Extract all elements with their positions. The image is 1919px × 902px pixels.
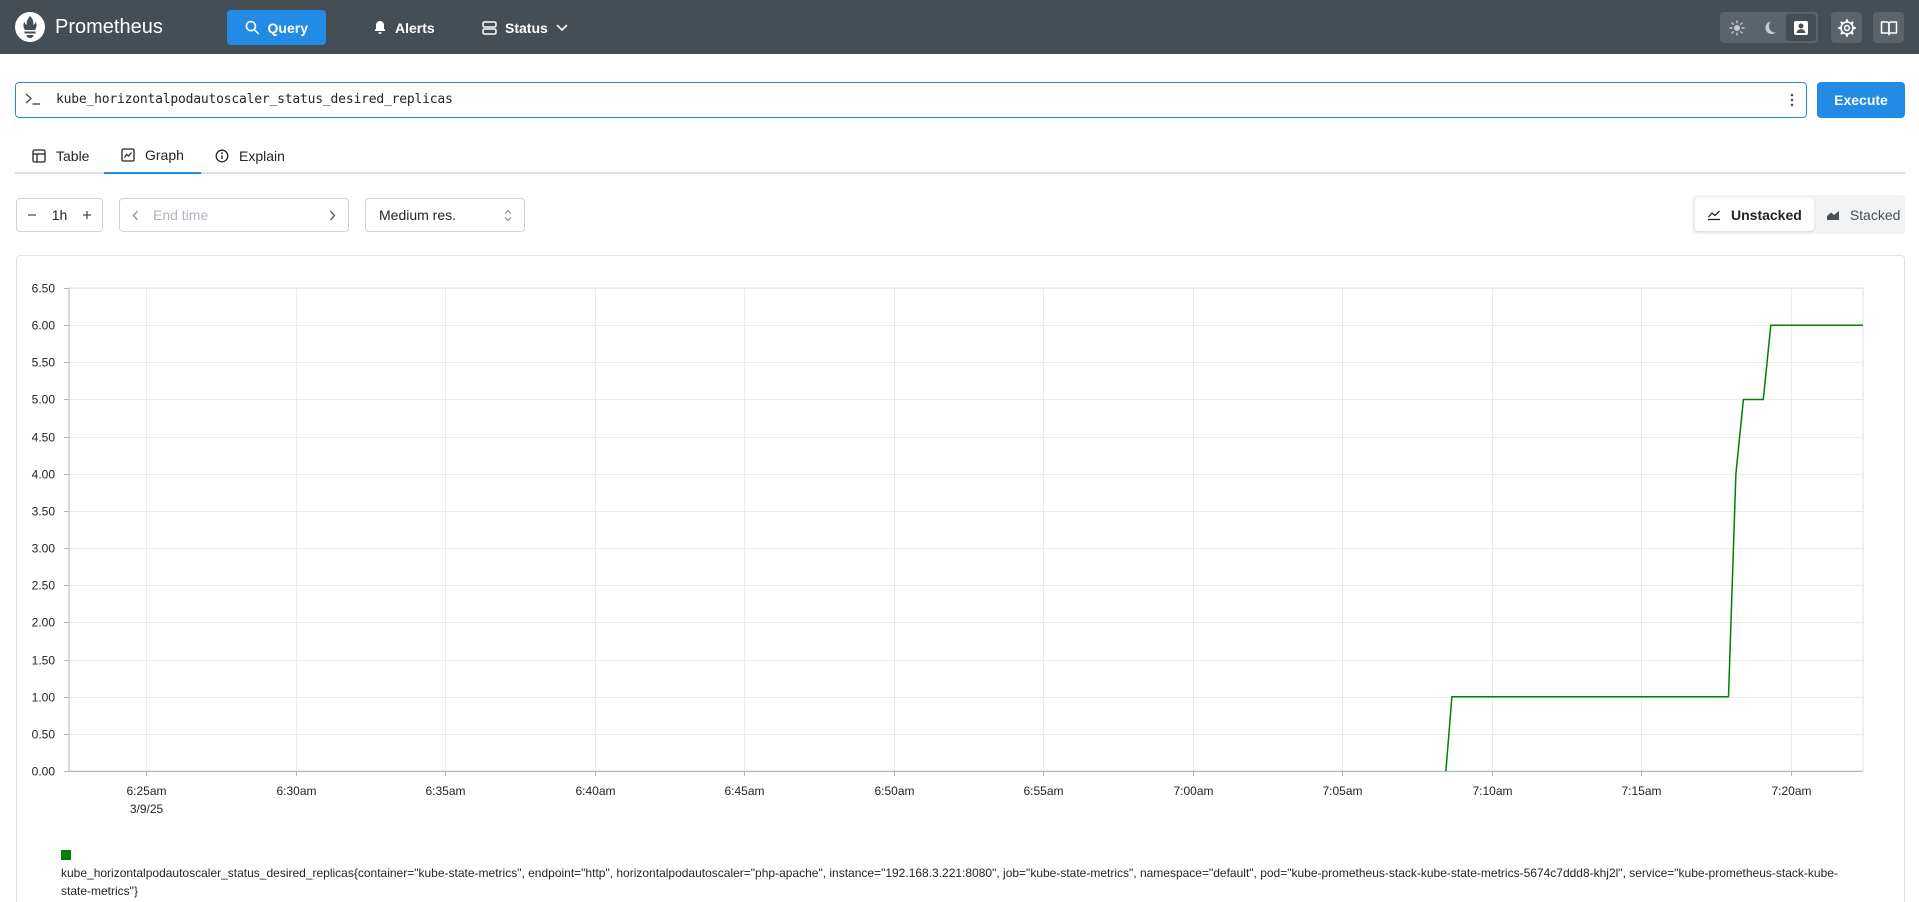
x-tick-label: 7:15am bbox=[1621, 784, 1661, 798]
y-tick-label: 3.00 bbox=[32, 542, 56, 556]
plot-area-frame bbox=[68, 287, 1864, 772]
y-tick-label: 5.00 bbox=[32, 393, 56, 407]
y-tick-label: 3.50 bbox=[32, 505, 56, 519]
y-tick-label: 0.00 bbox=[32, 765, 56, 779]
y-tick-label: 6.00 bbox=[32, 319, 56, 333]
y-tick-label: 2.50 bbox=[32, 579, 56, 593]
x-tick-date-label: 3/9/25 bbox=[130, 802, 164, 816]
legend-series-label[interactable]: kube_horizontalpodautoscaler_status_desi… bbox=[61, 864, 1851, 900]
y-tick-label: 0.50 bbox=[32, 728, 56, 742]
x-tick-label: 7:10am bbox=[1472, 784, 1512, 798]
legend-series-swatch[interactable] bbox=[61, 850, 71, 860]
x-tick-label: 6:45am bbox=[724, 784, 764, 798]
x-tick-label: 6:35am bbox=[425, 784, 465, 798]
time-series-chart[interactable]: 0.00 0.50 1.00 1.50 2.00 2.50 3.00 3.50 4.00 4.50… bbox=[0, 0, 1919, 845]
x-tick-label: 7:00am bbox=[1173, 784, 1213, 798]
x-tick-label: 6:25am bbox=[126, 784, 166, 798]
x-tick-label: 6:55am bbox=[1023, 784, 1063, 798]
y-tick-label: 2.00 bbox=[32, 616, 56, 630]
y-tick-label: 5.50 bbox=[32, 356, 56, 370]
y-tick-label: 1.00 bbox=[32, 691, 56, 705]
x-tick-label: 6:30am bbox=[276, 784, 316, 798]
x-tick-label: 7:05am bbox=[1322, 784, 1362, 798]
x-tick-label: 6:50am bbox=[874, 784, 914, 798]
y-tick-label: 6.50 bbox=[32, 282, 56, 296]
y-tick-label: 4.00 bbox=[32, 468, 56, 482]
y-tick-label: 1.50 bbox=[32, 654, 56, 668]
x-tick-label: 6:40am bbox=[575, 784, 615, 798]
y-tick-label: 4.50 bbox=[32, 431, 56, 445]
x-tick-label: 7:20am bbox=[1771, 784, 1811, 798]
